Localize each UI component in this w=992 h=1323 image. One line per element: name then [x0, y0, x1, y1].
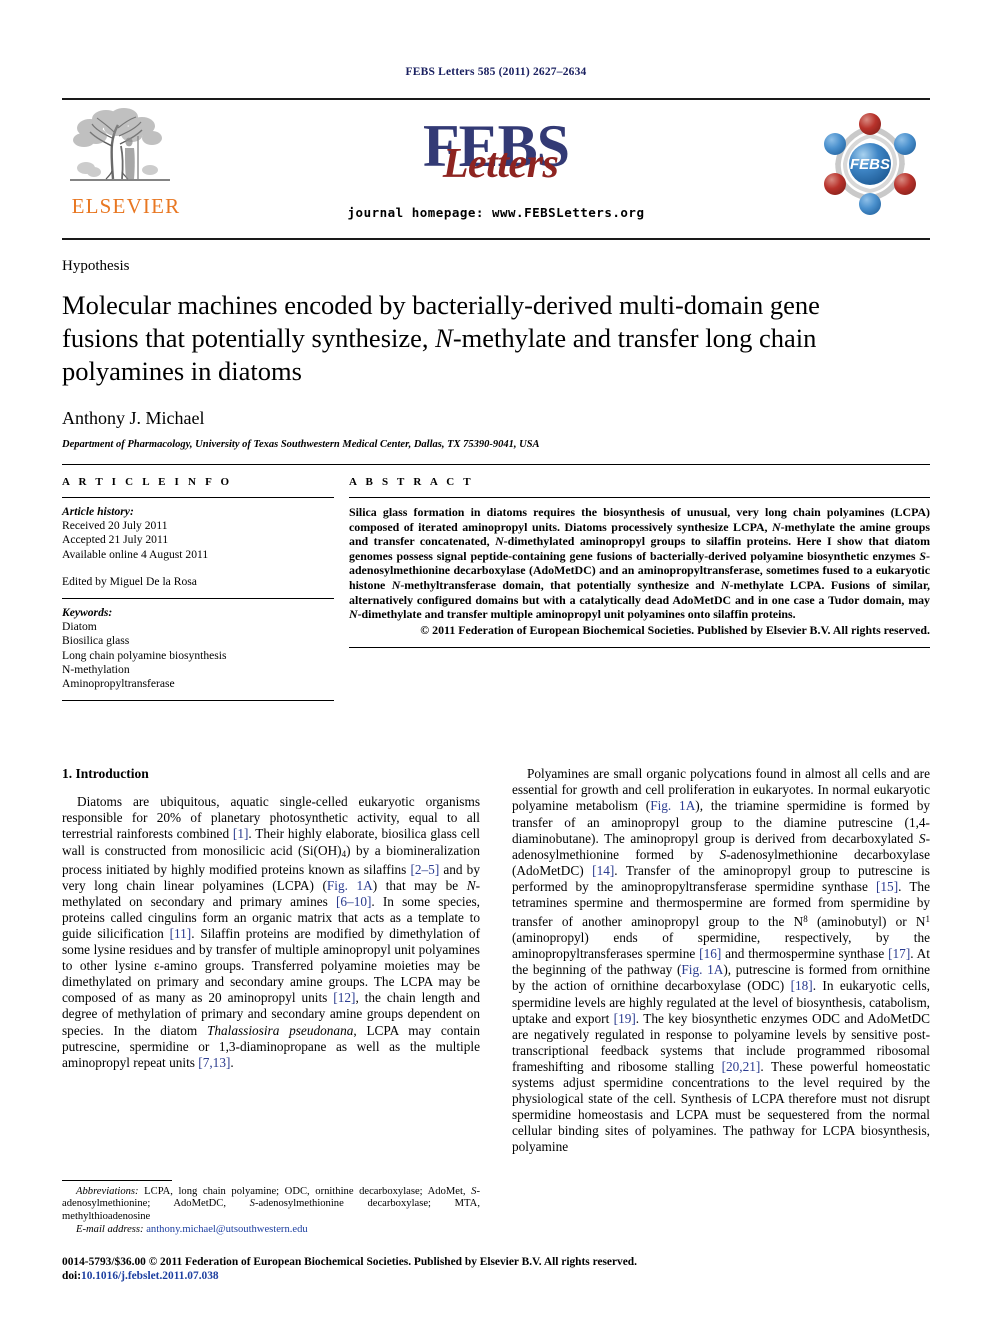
divider-rule-abstract — [349, 497, 930, 498]
intro-paragraph-right: Polyamines are small organic polycations… — [512, 766, 931, 1155]
keyword-item: Long chain polyamine biosynthesis — [62, 648, 227, 662]
article-history-block: Article history: Received 20 July 2011 A… — [62, 505, 334, 589]
journal-homepage-url[interactable]: journal homepage: www.FEBSLetters.org — [62, 205, 930, 220]
journal-article-page: FEBS Letters 585 (2011) 2627–2634 ELSEVI… — [0, 0, 992, 1323]
author-name: Anthony J. Michael — [62, 408, 205, 428]
article-header: Hypothesis Molecular machines encoded by… — [62, 240, 930, 450]
issn-copyright-line: 0014-5793/$36.00 © 2011 Federation of Eu… — [62, 1256, 637, 1268]
febs-letters-logo: FEBS Letters journal homepage: www.FEBSL… — [62, 114, 930, 220]
divider-rule-keywords — [62, 598, 334, 600]
doi-line: doi:10.1016/j.febslet.2011.07.038 — [62, 1269, 637, 1283]
abstract-text: Silica glass formation in diatoms requir… — [349, 505, 931, 622]
doi-link[interactable]: 10.1016/j.febslet.2011.07.038 — [81, 1270, 219, 1282]
abstract-column: A B S T R A C T Silica glass formation i… — [348, 476, 930, 708]
received-date: Received 20 July 2011 — [62, 519, 168, 533]
left-column: 1. Introduction Diatoms are ubiquitous, … — [62, 766, 480, 1236]
article-info-column: A R T I C L E I N F O Article history: R… — [62, 476, 348, 708]
article-info-heading: A R T I C L E I N F O — [62, 476, 233, 488]
divider-rule-info-bottom — [62, 700, 334, 702]
email-address-link[interactable]: anthony.michael@utsouthwestern.edu — [146, 1224, 307, 1235]
keywords-block: Keywords: Diatom Biosilica glass Long ch… — [62, 606, 334, 691]
divider-rule-abstract-bottom — [349, 646, 930, 648]
letters-scriptmark: Letters — [442, 141, 559, 187]
abstract-heading: A B S T R A C T — [349, 476, 474, 488]
keyword-item: N-methylation — [62, 662, 130, 676]
accepted-date: Accepted 21 July 2011 — [62, 533, 169, 547]
febs-logo-text: FEBS — [850, 156, 890, 173]
keywords-label: Keywords: — [62, 606, 113, 620]
article-type-label: Hypothesis — [62, 258, 130, 274]
footnote-rule — [62, 1179, 172, 1181]
keyword-item: Biosilica glass — [62, 634, 130, 648]
footnote-block: Abbreviations: LCPA, long chain polyamin… — [62, 1179, 480, 1237]
journal-masthead: ELSEVIER FEBS Letters journal homepage: … — [62, 98, 930, 240]
edited-by: Edited by Miguel De la Rosa — [62, 574, 197, 588]
info-abstract-block: A R T I C L E I N F O Article history: R… — [62, 464, 930, 708]
intro-paragraph-left: Diatoms are ubiquitous, aquatic single-c… — [62, 794, 481, 1070]
doi-prefix: doi: — [62, 1270, 81, 1282]
available-online-date: Available online 4 August 2011 — [62, 547, 209, 561]
email-line: E-mail address: anthony.michael@utsouthw… — [62, 1224, 480, 1237]
author-affiliation: Department of Pharmacology, University o… — [62, 439, 540, 450]
abbreviations-note: Abbreviations: LCPA, long chain polyamin… — [62, 1185, 480, 1223]
page-title: Molecular machines encoded by bacteriall… — [62, 289, 892, 388]
abstract-copyright: © 2011 Federation of European Biochemica… — [420, 622, 930, 637]
running-head: FEBS Letters 585 (2011) 2627–2634 — [405, 66, 587, 78]
title-italic-N: N — [435, 323, 453, 353]
article-history-label: Article history: — [62, 505, 134, 518]
email-label: E-mail address: — [76, 1223, 144, 1235]
febs-society-logo: FEBS — [814, 108, 926, 220]
keyword-item: Aminopropyltransferase — [62, 677, 175, 691]
keyword-item: Diatom — [62, 620, 97, 634]
body-columns: 1. Introduction Diatoms are ubiquitous, … — [62, 766, 930, 1236]
section-heading-introduction: 1. Introduction — [62, 766, 149, 782]
divider-rule-info — [62, 497, 334, 498]
right-column: Polyamines are small organic polycations… — [512, 766, 930, 1236]
email-note: E-mail address: anthony.michael@utsouthw… — [62, 1224, 480, 1237]
page-footer: 0014-5793/$36.00 © 2011 Federation of Eu… — [62, 1255, 637, 1283]
